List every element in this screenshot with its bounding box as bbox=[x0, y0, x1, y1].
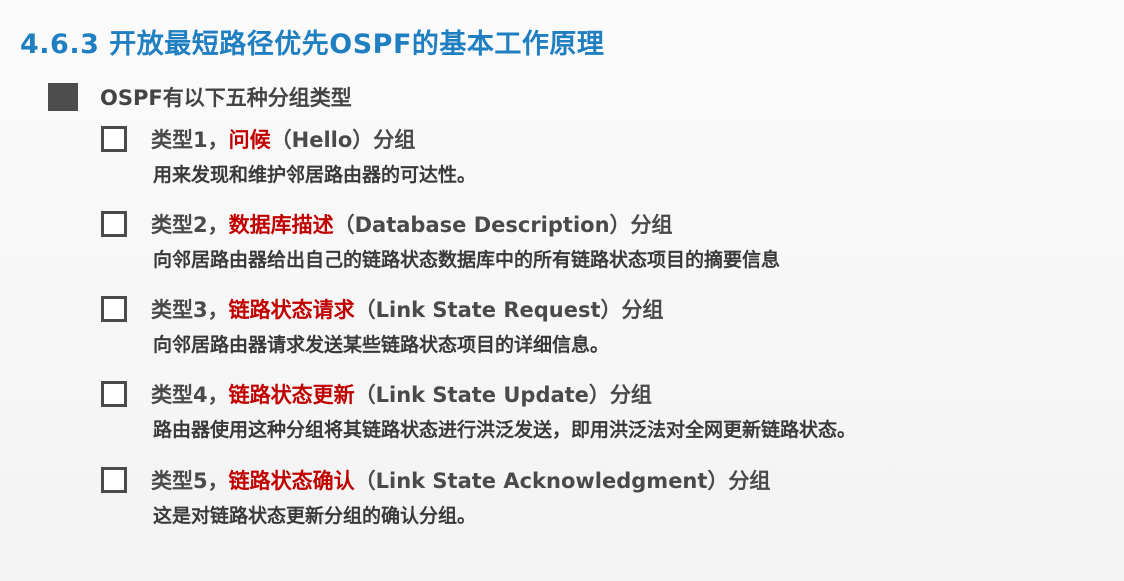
item-name: 链路状态更新 bbox=[228, 383, 355, 407]
item-description: 向邻居路由器给出自己的链路状态数据库中的所有链路状态项目的摘要信息 bbox=[153, 249, 781, 271]
item-suffix: （Link State Acknowledgment）分组 bbox=[354, 469, 771, 493]
item-heading: 类型5，链路状态确认（Link State Acknowledgment）分组 bbox=[101, 463, 770, 497]
item-name: 问候 bbox=[228, 128, 271, 152]
item-heading-text: 类型1，问候（Hello）分组 bbox=[151, 124, 415, 154]
slide-title: 4.6.3 开放最短路径优先OSPF的基本工作原理 bbox=[20, 29, 605, 60]
checkbox-bullet-icon bbox=[101, 467, 127, 493]
item-description: 路由器使用这种分组将其链路状态进行洪泛发送，即用洪泛法对全网更新链路状态。 bbox=[153, 419, 857, 441]
item-heading-text: 类型3，链路状态请求（Link State Request）分组 bbox=[151, 294, 664, 324]
item-heading-text: 类型4，链路状态更新（Link State Update）分组 bbox=[151, 379, 652, 409]
item-description: 这是对链路状态更新分组的确认分组。 bbox=[153, 505, 477, 527]
item-heading: 类型3，链路状态请求（Link State Request）分组 bbox=[101, 292, 664, 326]
section-heading-text: OSPF有以下五种分组类型 bbox=[100, 86, 352, 110]
item-suffix: （Database Description）分组 bbox=[333, 213, 673, 237]
item-heading-text: 类型5，链路状态确认（Link State Acknowledgment）分组 bbox=[151, 465, 770, 495]
item-heading-text: 类型2，数据库描述（Database Description）分组 bbox=[151, 209, 673, 239]
item-suffix: （Link State Update）分组 bbox=[354, 383, 652, 407]
item-description: 用来发现和维护邻居路由器的可达性。 bbox=[153, 164, 477, 186]
checkbox-bullet-icon bbox=[101, 211, 127, 237]
item-prefix: 类型3， bbox=[151, 298, 229, 322]
slide: 4.6.3 开放最短路径优先OSPF的基本工作原理 OSPF有以下五种分组类型 … bbox=[0, 0, 1124, 581]
item-prefix: 类型4， bbox=[151, 383, 229, 407]
item-heading: 类型1，问候（Hello）分组 bbox=[101, 122, 476, 156]
section-heading: OSPF有以下五种分组类型 bbox=[48, 82, 352, 112]
item-heading: 类型2，数据库描述（Database Description）分组 bbox=[101, 207, 780, 241]
checkbox-bullet-icon bbox=[101, 296, 127, 322]
item-prefix: 类型1， bbox=[151, 128, 229, 152]
item-name: 链路状态请求 bbox=[228, 298, 355, 322]
list-item-type3: 类型3，链路状态请求（Link State Request）分组 向邻居路由器请… bbox=[101, 292, 664, 357]
list-item-type1: 类型1，问候（Hello）分组 用来发现和维护邻居路由器的可达性。 bbox=[101, 122, 476, 187]
item-name: 数据库描述 bbox=[228, 213, 334, 237]
item-description: 向邻居路由器请求发送某些链路状态项目的详细信息。 bbox=[153, 334, 610, 356]
list-item-type2: 类型2，数据库描述（Database Description）分组 向邻居路由器… bbox=[101, 207, 780, 272]
item-prefix: 类型2， bbox=[151, 213, 229, 237]
square-bullet-icon bbox=[48, 83, 78, 111]
list-item-type4: 类型4，链路状态更新（Link State Update）分组 路由器使用这种分… bbox=[101, 377, 856, 442]
item-prefix: 类型5， bbox=[151, 469, 229, 493]
list-item-type5: 类型5，链路状态确认（Link State Acknowledgment）分组 … bbox=[101, 463, 770, 528]
checkbox-bullet-icon bbox=[101, 381, 127, 407]
item-name: 链路状态确认 bbox=[228, 469, 355, 493]
checkbox-bullet-icon bbox=[101, 126, 127, 152]
item-suffix: （Hello）分组 bbox=[270, 128, 416, 152]
item-suffix: （Link State Request）分组 bbox=[354, 298, 664, 322]
item-heading: 类型4，链路状态更新（Link State Update）分组 bbox=[101, 377, 856, 411]
